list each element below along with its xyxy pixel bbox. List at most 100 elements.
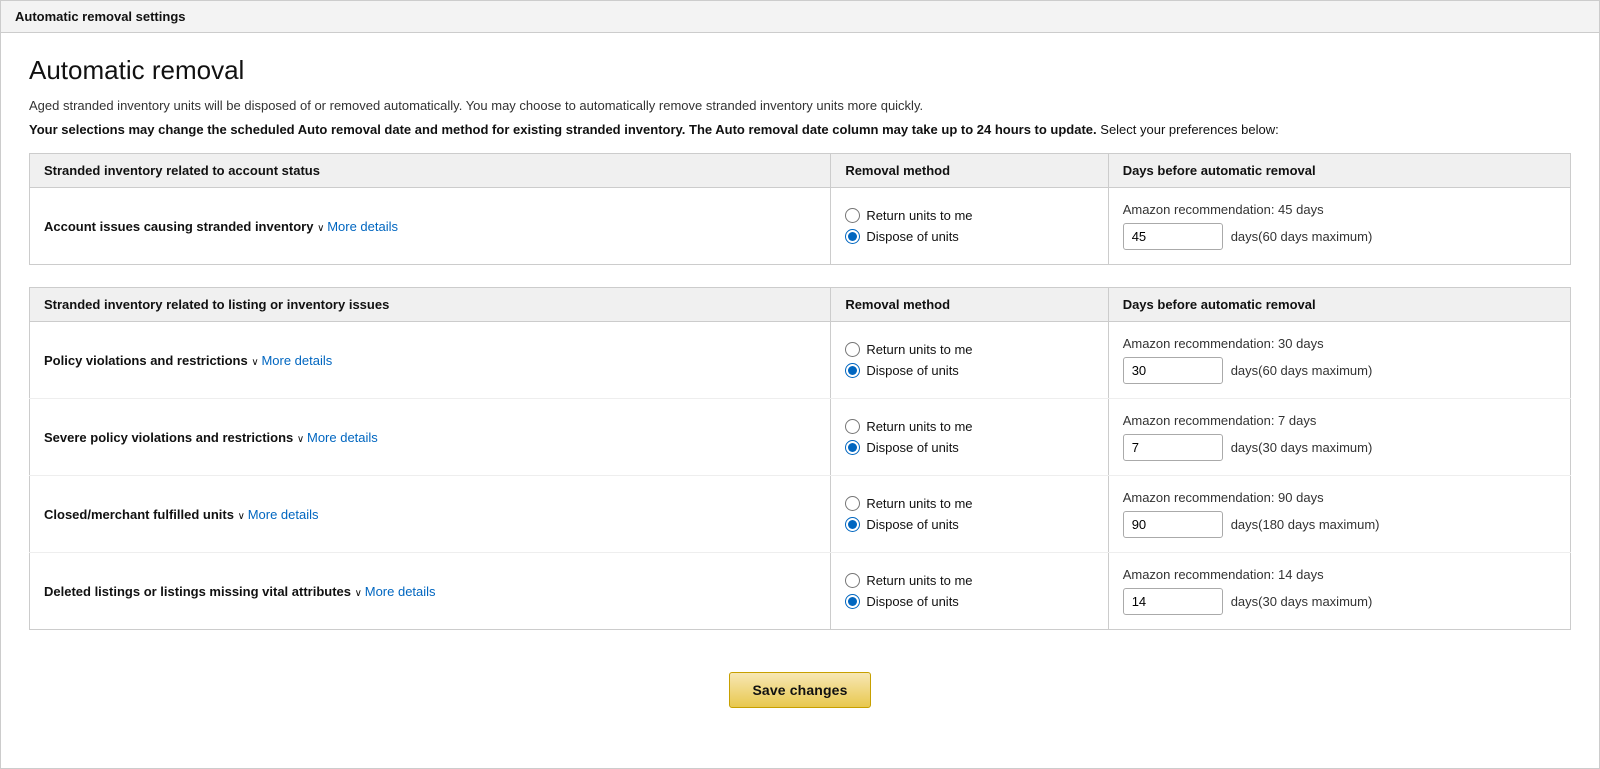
amazon-recommendation: Amazon recommendation: 45 days (1123, 202, 1556, 217)
days-max-label: days(180 days maximum) (1231, 517, 1380, 532)
row-label: Account issues causing stranded inventor… (44, 219, 317, 234)
title-bar-text: Automatic removal settings (15, 9, 186, 24)
return-units-radio[interactable] (845, 208, 860, 223)
description1: Aged stranded inventory units will be di… (29, 96, 1571, 116)
row-label-cell: Account issues causing stranded inventor… (30, 188, 831, 265)
radio-option: Return units to me (845, 208, 1093, 223)
radio-option: Dispose of units (845, 363, 1093, 378)
row-label-cell: Severe policy violations and restriction… (30, 399, 831, 476)
return-units-radio[interactable] (845, 496, 860, 511)
days-input-row: days(30 days maximum) (1123, 434, 1556, 461)
days-cell: Amazon recommendation: 30 days days(60 da… (1108, 322, 1570, 399)
chevron-down-icon: ∨ (297, 434, 307, 445)
amazon-recommendation: Amazon recommendation: 90 days (1123, 490, 1556, 505)
return-units-radio[interactable] (845, 342, 860, 357)
row-label: Policy violations and restrictions (44, 353, 251, 368)
days-input[interactable] (1123, 588, 1223, 615)
radio-option: Dispose of units (845, 229, 1093, 244)
days-cell: Amazon recommendation: 90 days days(180 d… (1108, 476, 1570, 553)
table-account-status: Stranded inventory related to account st… (29, 153, 1571, 265)
dispose-units-radio[interactable] (845, 594, 860, 609)
radio-label: Dispose of units (866, 517, 959, 532)
row-label-cell: Deleted listings or listings missing vit… (30, 553, 831, 630)
days-max-label: days(30 days maximum) (1231, 594, 1373, 609)
save-bar: Save changes (29, 652, 1571, 718)
radio-label: Return units to me (866, 496, 972, 511)
main-content: Automatic removal Aged stranded inventor… (1, 33, 1599, 748)
radio-label: Return units to me (866, 573, 972, 588)
chevron-down-icon: ∨ (317, 223, 327, 234)
description2: Your selections may change the scheduled… (29, 120, 1571, 140)
title-bar: Automatic removal settings (1, 1, 1599, 33)
radio-label: Return units to me (866, 342, 972, 357)
table-row: Account issues causing stranded inventor… (30, 188, 1571, 265)
removal-method-cell: Return units to me Dispose of units (831, 553, 1108, 630)
radio-option: Dispose of units (845, 440, 1093, 455)
window: Automatic removal settings Automatic rem… (0, 0, 1600, 769)
amazon-recommendation: Amazon recommendation: 30 days (1123, 336, 1556, 351)
table1-col1-header: Stranded inventory related to account st… (30, 154, 831, 188)
row-label: Deleted listings or listings missing vit… (44, 584, 355, 599)
radio-option: Dispose of units (845, 594, 1093, 609)
removal-method-cell: Return units to me Dispose of units (831, 188, 1108, 265)
dispose-units-radio[interactable] (845, 363, 860, 378)
table-listing-issues: Stranded inventory related to listing or… (29, 287, 1571, 630)
radio-label: Dispose of units (866, 594, 959, 609)
removal-method-cell: Return units to me Dispose of units (831, 399, 1108, 476)
radio-label: Return units to me (866, 208, 972, 223)
radio-label: Dispose of units (866, 363, 959, 378)
days-input-row: days(30 days maximum) (1123, 588, 1556, 615)
removal-method-cell: Return units to me Dispose of units (831, 322, 1108, 399)
table-row: Policy violations and restrictions ∨ Mor… (30, 322, 1571, 399)
days-input[interactable] (1123, 434, 1223, 461)
more-details-link[interactable]: More details (327, 219, 398, 234)
radio-option: Return units to me (845, 573, 1093, 588)
days-input-row: days(60 days maximum) (1123, 223, 1556, 250)
table2-col3-header: Days before automatic removal (1108, 288, 1570, 322)
removal-method-cell: Return units to me Dispose of units (831, 476, 1108, 553)
return-units-radio[interactable] (845, 573, 860, 588)
radio-label: Return units to me (866, 419, 972, 434)
days-input[interactable] (1123, 511, 1223, 538)
dispose-units-radio[interactable] (845, 229, 860, 244)
more-details-link[interactable]: More details (307, 430, 378, 445)
chevron-down-icon: ∨ (238, 511, 248, 522)
more-details-link[interactable]: More details (365, 584, 436, 599)
radio-option: Return units to me (845, 342, 1093, 357)
description2-bold: Your selections may change the scheduled… (29, 122, 1097, 137)
radio-label: Dispose of units (866, 229, 959, 244)
return-units-radio[interactable] (845, 419, 860, 434)
days-cell: Amazon recommendation: 7 days days(30 day… (1108, 399, 1570, 476)
days-input[interactable] (1123, 223, 1223, 250)
row-label: Severe policy violations and restriction… (44, 430, 297, 445)
more-details-link[interactable]: More details (261, 353, 332, 368)
radio-option: Dispose of units (845, 517, 1093, 532)
days-input-row: days(60 days maximum) (1123, 357, 1556, 384)
row-label: Closed/merchant fulfilled units (44, 507, 238, 522)
days-max-label: days(30 days maximum) (1231, 440, 1373, 455)
table1-col2-header: Removal method (831, 154, 1108, 188)
amazon-recommendation: Amazon recommendation: 7 days (1123, 413, 1556, 428)
amazon-recommendation: Amazon recommendation: 14 days (1123, 567, 1556, 582)
chevron-down-icon: ∨ (251, 357, 261, 368)
days-max-label: days(60 days maximum) (1231, 363, 1373, 378)
more-details-link[interactable]: More details (248, 507, 319, 522)
save-changes-button[interactable]: Save changes (729, 672, 870, 708)
table2-col2-header: Removal method (831, 288, 1108, 322)
days-cell: Amazon recommendation: 14 days days(30 da… (1108, 553, 1570, 630)
days-input[interactable] (1123, 357, 1223, 384)
table-row: Severe policy violations and restriction… (30, 399, 1571, 476)
dispose-units-radio[interactable] (845, 517, 860, 532)
table-row: Closed/merchant fulfilled units ∨ More d… (30, 476, 1571, 553)
table2-col1-header: Stranded inventory related to listing or… (30, 288, 831, 322)
dispose-units-radio[interactable] (845, 440, 860, 455)
table1-col3-header: Days before automatic removal (1108, 154, 1570, 188)
days-input-row: days(180 days maximum) (1123, 511, 1556, 538)
chevron-down-icon: ∨ (355, 588, 365, 599)
days-cell: Amazon recommendation: 45 days days(60 da… (1108, 188, 1570, 265)
row-label-cell: Closed/merchant fulfilled units ∨ More d… (30, 476, 831, 553)
row-label-cell: Policy violations and restrictions ∨ Mor… (30, 322, 831, 399)
radio-option: Return units to me (845, 496, 1093, 511)
page-heading: Automatic removal (29, 55, 1571, 86)
radio-option: Return units to me (845, 419, 1093, 434)
